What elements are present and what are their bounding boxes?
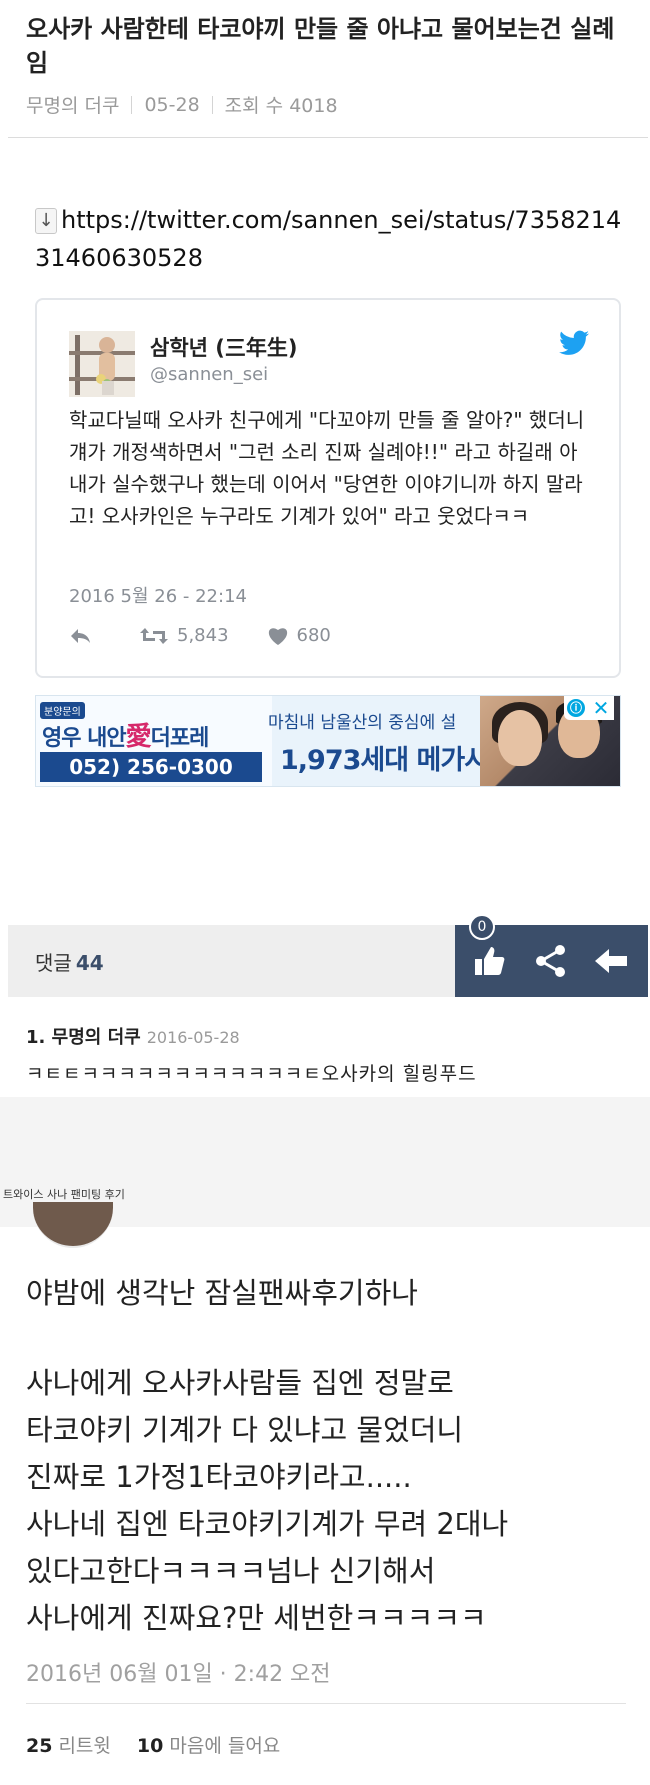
tweet-date[interactable]: 2016 5월 26 - 22:14 [69, 582, 247, 608]
comment-text: ㅋㅌㅌㅋㅋㅋㅋㅋㅋㅋㅋㅋㅋㅋㅋㅌ오사카의 힐링푸드 [26, 1063, 477, 1085]
retweet-button[interactable]: 5,843 [139, 625, 229, 646]
screenshot-tweet-body: 사나에게 오사카사람들 집엔 정말로 타코야키 기계가 다 있냐고 물었더니 진… [26, 1366, 509, 1635]
embedded-screenshot: 야밤에 생각난 잠실팬싸후기하나 사나에게 오사카사람들 집엔 정말로 타코야키… [8, 1202, 648, 1785]
meta-divider [131, 95, 133, 114]
ad-tagline: 마침내 남울산의 중심에 설 [268, 713, 457, 733]
like-count: 680 [296, 625, 331, 646]
reply-button[interactable] [69, 627, 101, 645]
reply-icon [71, 628, 90, 643]
post-views: 조회 수 4018 [224, 95, 338, 117]
comment-date: 2016-05-28 [146, 1028, 240, 1047]
ad-phone: 052) 256-0300 [40, 752, 262, 782]
heart-icon [268, 627, 287, 645]
divider [26, 1703, 626, 1704]
tweet-actions: 5,843 680 [69, 625, 369, 646]
retweet-count: 5,843 [177, 625, 229, 646]
post-date: 05-28 [144, 93, 200, 116]
post-header: 오사카 사람한테 타코야끼 만들 줄 아냐고 물어보는건 실례임 무명의 더쿠 … [8, 0, 648, 138]
down-arrow-icon: ↓ [35, 208, 57, 234]
tweet-author-handle[interactable]: @sannen_sei [150, 364, 268, 385]
meta-divider [211, 95, 213, 114]
like-count-badge: 0 [469, 914, 495, 940]
ad-brand: 영우 내안愛더포레 [42, 722, 209, 752]
comment-author[interactable]: 1. 무명의 더쿠 2016-05-28 [26, 1023, 240, 1049]
retweet-icon [140, 627, 168, 644]
avatar[interactable] [69, 331, 135, 397]
ad-banner[interactable]: 분양문의 영우 내안愛더포레 052) 256-0300 마침내 남울산의 중심… [35, 695, 621, 787]
back-arrow-icon[interactable] [591, 941, 631, 981]
tweet-author-name[interactable]: 삼학년 (三年生) [150, 332, 297, 362]
comment-bar: 댓글 44 [8, 925, 648, 997]
post-author[interactable]: 무명의 더쿠 [26, 91, 119, 118]
tweet-link[interactable]: ↓ https://twitter.com/sannen_sei/status/7… [35, 201, 625, 277]
comment-item: 1. 무명의 더쿠 2016-05-28 ㅋㅌㅌㅋㅋㅋㅋㅋㅋㅋㅋㅋㅋㅋㅋㅌ오사카의… [8, 997, 648, 1097]
avatar [33, 1202, 113, 1248]
tweet-text: 학교다닐때 오사카 친구에게 "다꼬야끼 만들 줄 알아?" 했더니 걔가 개정… [69, 408, 585, 528]
screenshot-tweet-date: 2016년 06월 01일 · 2:42 오전 [26, 1662, 331, 1687]
ad-info-button[interactable]: ⓘ [564, 696, 588, 720]
comment-count[interactable]: 댓글 44 [35, 947, 104, 976]
twitter-bird-icon[interactable] [559, 330, 589, 356]
post-meta: 무명의 더쿠 05-28 조회 수 4018 [26, 91, 338, 118]
like-button[interactable]: 680 [267, 625, 331, 646]
share-icon[interactable] [531, 941, 571, 981]
thumbs-up-icon[interactable] [469, 941, 509, 981]
screenshot-tweet-headline: 야밤에 생각난 잠실팬싸후기하나 [26, 1276, 418, 1310]
tweet-url[interactable]: https://twitter.com/sannen_sei/status/73… [35, 206, 621, 272]
screenshot-tweet-stats: 25 리트윗 10 마음에 들어요 [26, 1735, 281, 1757]
post-title: 오사카 사람한테 타코야끼 만들 줄 아냐고 물어보는건 실례임 [26, 15, 615, 77]
section-label: 트와이스 사나 팬미팅 후기 [3, 1188, 125, 1201]
ad-brand-block: 분양문의 영우 내안愛더포레 052) 256-0300 [36, 696, 272, 786]
embedded-tweet[interactable]: 삼학년 (三年生) @sannen_sei 학교다닐때 오사카 친구에게 "다꼬… [35, 298, 621, 678]
ad-photo-person [498, 710, 542, 766]
info-icon: ⓘ [567, 699, 585, 717]
ad-close-button[interactable]: ✕ [588, 696, 614, 720]
ad-headline: 1,973세대 메가시티 [280, 745, 513, 776]
